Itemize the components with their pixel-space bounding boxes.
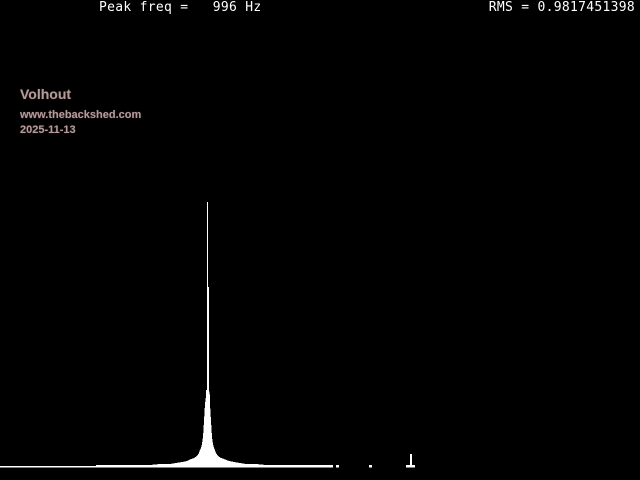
spectrum-peak-shape: [0, 202, 333, 468]
spectrum-dot: [369, 465, 372, 468]
fft-analyzer-screen: Peak freq = 996 Hz RMS = 0.9817451398 Vo…: [0, 0, 640, 480]
spectrum-dot: [336, 465, 339, 468]
spectrum-plot: [0, 202, 415, 468]
harmonic-spike: [406, 465, 415, 468]
